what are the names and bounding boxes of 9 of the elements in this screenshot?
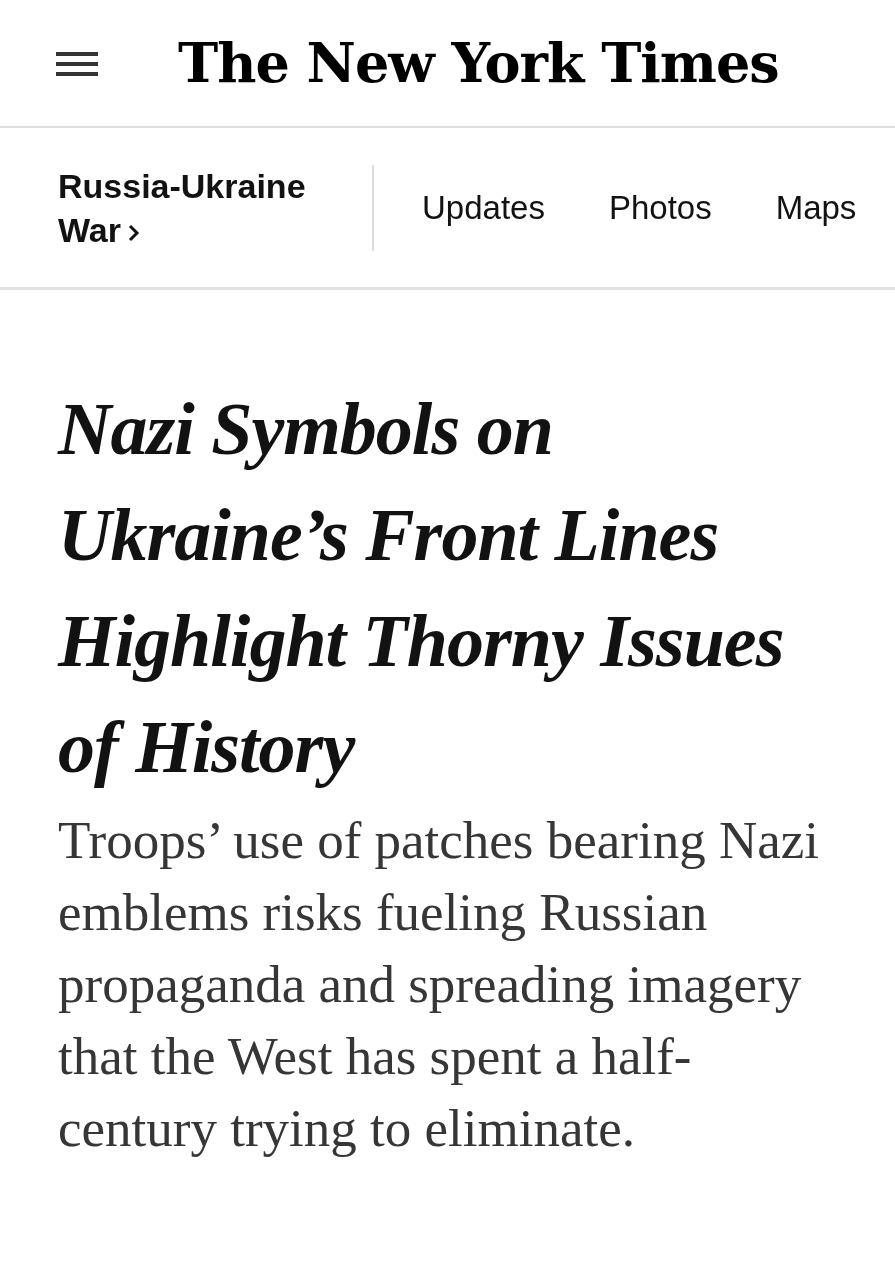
logo[interactable]: The New York Times [178,31,779,95]
chevron-icon [127,222,141,243]
summary: Troops’ use of patches bearing Nazi emblems risks fueling Russian propaganda and spreading imagery that the West has spent a half-century trying to eliminate. [58,810,820,1159]
nav-link[interactable]: Photos [608,188,712,227]
headline: Nazi Symbols on Ukraine’s Front Lines Highlight Thorny Issues of History [58,387,785,790]
menu-icon[interactable] [56,50,98,78]
nav-link[interactable]: Maps [775,188,857,227]
nav-link[interactable]: Updates [422,188,545,227]
section-link[interactable]: Russia-Ukraine War [58,163,348,252]
